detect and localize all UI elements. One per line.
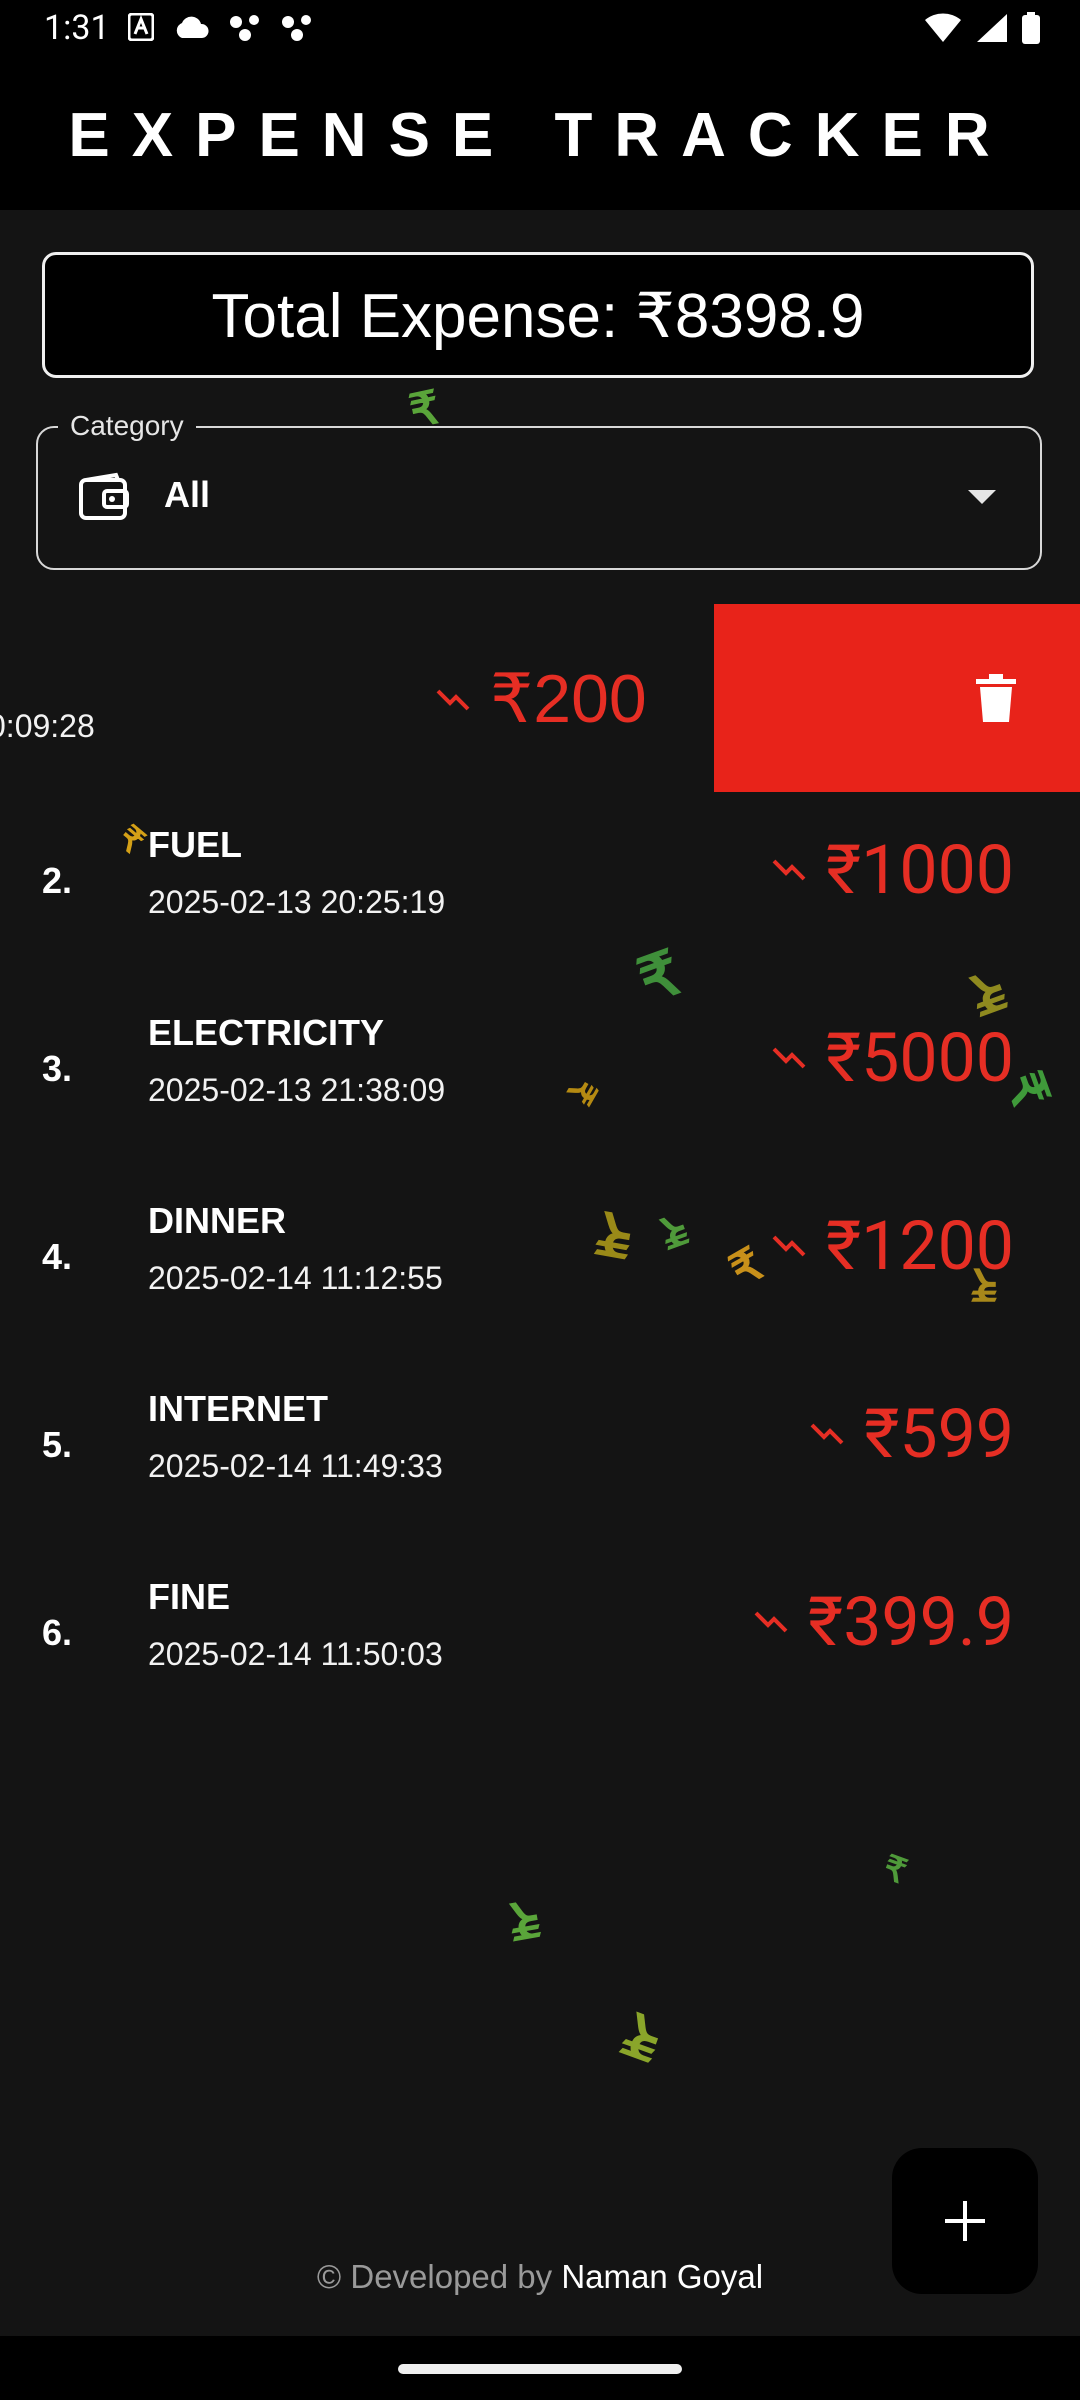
home-handle[interactable] <box>398 2364 682 2374</box>
expense-item[interactable]: 2. FUEL 2025-02-13 20:25:19 ₹1000 <box>0 792 1080 980</box>
expense-index: 2. <box>42 860 73 901</box>
dots-icon <box>230 15 259 41</box>
expense-name: DINNER <box>148 1200 287 1241</box>
expense-item[interactable]: 5. INTERNET 2025-02-14 11:49:33 ₹599 <box>0 1356 1080 1544</box>
expense-amount: ₹1200 <box>825 1206 1014 1286</box>
footer-prefix: © Developed by <box>316 2258 553 2295</box>
expense-date: 0:09:28 <box>0 708 95 744</box>
expense-date: 2025-02-13 20:25:19 <box>148 884 446 920</box>
trend-down-icon <box>772 859 806 881</box>
expense-index: 5. <box>42 1424 73 1465</box>
expense-index: 4. <box>42 1236 73 1277</box>
wifi-icon <box>925 13 961 42</box>
expense-item[interactable]: 4. DINNER 2025-02-14 11:12:55 ₹1200 <box>0 1168 1080 1356</box>
expense-name: FINE <box>148 1576 231 1617</box>
cloud-icon <box>176 16 209 38</box>
expense-date: 2025-02-14 11:12:55 <box>148 1260 443 1296</box>
delete-swipe-action[interactable] <box>714 604 1080 792</box>
footer-author: Naman Goyal <box>561 2258 764 2295</box>
expense-index: 6. <box>42 1612 73 1653</box>
autofill-icon <box>128 13 154 41</box>
navigation-bar <box>0 2336 1080 2400</box>
expense-item[interactable]: 3. ELECTRICITY 2025-02-13 21:38:09 ₹5000 <box>0 980 1080 1168</box>
expense-amount: ₹5000 <box>825 1018 1014 1098</box>
wallet-icon <box>79 472 129 520</box>
expense-amount: ₹399.9 <box>808 1582 1014 1662</box>
expense-amount: ₹200 <box>490 661 647 737</box>
expense-index: 3. <box>42 1048 73 1089</box>
category-dropdown[interactable]: Category All <box>36 410 1042 570</box>
expense-name: ELECTRICITY <box>148 1012 385 1053</box>
app-title: EXPENSE TRACKER <box>68 100 1012 170</box>
trend-down-icon <box>772 1235 806 1257</box>
battery-icon <box>1022 12 1040 44</box>
rupee-decoration: ₹ <box>614 1998 672 2073</box>
footer: © Developed by Naman Goyal <box>0 2258 1080 2296</box>
expense-name: INTERNET <box>148 1388 328 1429</box>
expense-date: 2025-02-14 11:49:33 <box>148 1448 443 1484</box>
trend-down-icon <box>810 1423 844 1445</box>
expense-item[interactable]: 6. FINE 2025-02-14 11:50:03 ₹399.9 <box>0 1544 1080 1732</box>
expense-name: FUEL <box>148 824 242 865</box>
plus-icon <box>945 2201 985 2241</box>
rupee-decoration: ₹ <box>503 1888 545 1950</box>
total-expense-card: Total Expense: ₹8398.9 <box>42 252 1034 378</box>
dots-icon <box>282 15 311 41</box>
status-time: 1:31 <box>44 8 110 48</box>
category-label: Category <box>58 410 196 442</box>
signal-icon <box>977 14 1007 42</box>
category-value: All <box>164 474 211 515</box>
chevron-down-icon <box>968 490 996 504</box>
expense-date: 2025-02-14 11:50:03 <box>148 1636 443 1672</box>
status-bar: 1:31 <box>0 0 1080 60</box>
expense-amount: ₹599 <box>864 1394 1014 1474</box>
trend-down-icon <box>436 689 470 710</box>
expense-amount: ₹1000 <box>825 830 1014 910</box>
trend-down-icon <box>754 1611 788 1633</box>
app-bar: EXPENSE TRACKER <box>0 60 1080 210</box>
trash-icon <box>976 674 1016 722</box>
trend-down-icon <box>772 1047 806 1069</box>
total-expense-text: Total Expense: ₹8398.9 <box>211 281 865 351</box>
expense-date: 2025-02-13 21:38:09 <box>148 1072 446 1108</box>
rupee-decoration: ₹ <box>878 1848 912 1892</box>
